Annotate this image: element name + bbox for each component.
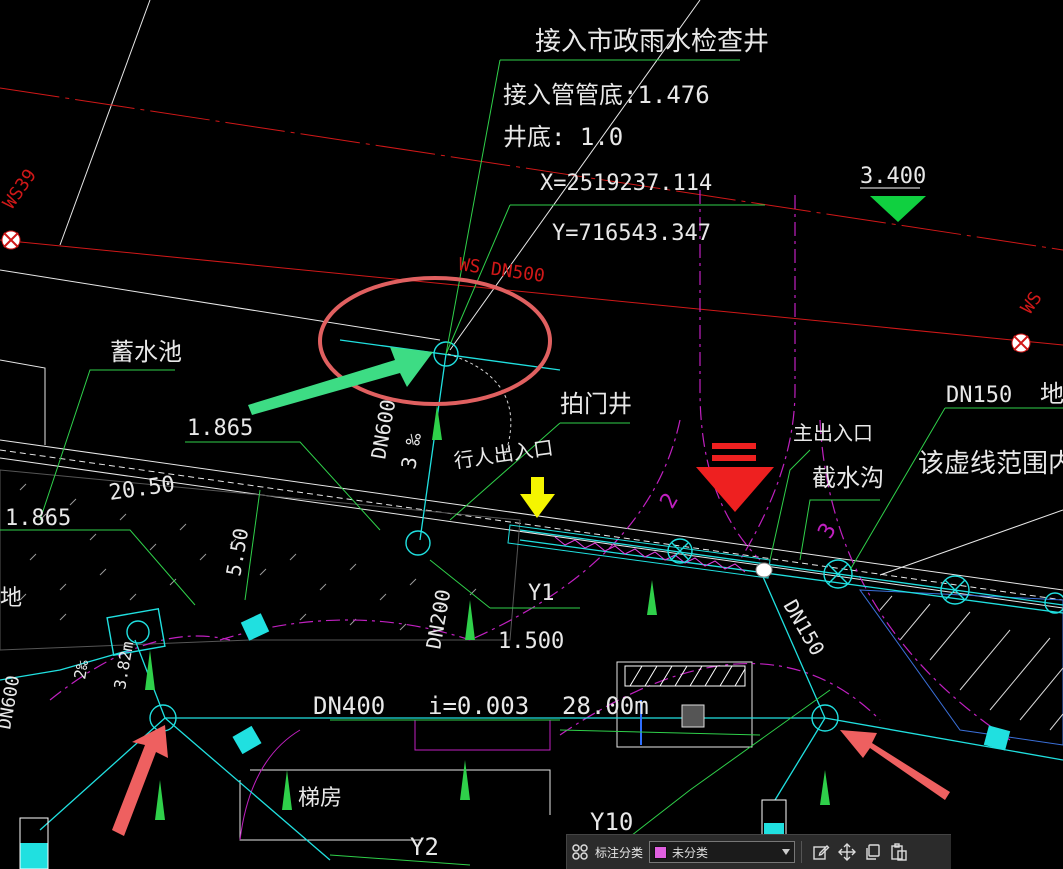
annotation-toolbar: 标注分类 未分类 xyxy=(566,834,951,869)
y2-label: Y2 xyxy=(410,833,439,861)
stair-room-label: 梯房 xyxy=(298,786,342,811)
coord-x-label: X=2519237.114 xyxy=(540,171,712,196)
y1-label: Y1 xyxy=(528,581,555,606)
paste-icon[interactable] xyxy=(886,839,912,865)
annotation-category-label: 标注分类 xyxy=(595,845,644,860)
dashed-range-label: 该虚线范围内 xyxy=(918,449,1063,479)
intercept-ditch-label: 截水沟 xyxy=(812,464,884,492)
pipe-bottom-label: 接入管管底:1.476 xyxy=(503,81,710,109)
slope-i-label: i=0.003 xyxy=(428,692,529,720)
reservoir-label: 蓄水池 xyxy=(110,338,182,366)
copy-icon[interactable] xyxy=(860,839,886,865)
well-bottom-label: 井底: 1.0 xyxy=(503,123,623,151)
move-icon[interactable] xyxy=(834,839,860,865)
cad-drawing-canvas[interactable]: 接入市政雨水检查井 接入管管底:1.476 井底: 1.0 X=2519237.… xyxy=(0,0,1063,869)
chevron-down-icon xyxy=(782,849,791,855)
grid-icon[interactable] xyxy=(567,839,593,865)
category-selected-value: 未分类 xyxy=(672,845,709,860)
dn150-top-label: DN150 xyxy=(946,383,1012,408)
y10-label: Y10 xyxy=(590,808,633,836)
annotation-category-select[interactable]: 未分类 xyxy=(649,841,796,863)
left-frac-label: 2‰ xyxy=(70,658,92,681)
elevation-label: 3.400 xyxy=(860,164,926,189)
toolbar-divider xyxy=(801,841,803,863)
edit-icon[interactable] xyxy=(808,839,834,865)
coord-y-label: Y=716543.347 xyxy=(552,221,711,246)
category-color-swatch xyxy=(654,845,668,859)
level-1865-b: 1.865 xyxy=(5,506,71,531)
title-label: 接入市政雨水检查井 xyxy=(535,27,769,57)
main-exit-label: 主出入口 xyxy=(793,421,873,445)
left-ground-label: 地 xyxy=(0,586,22,611)
knock-well-label: 拍门井 xyxy=(560,390,632,418)
length-28-label: 28.00m xyxy=(562,692,649,720)
level-1865-a: 1.865 xyxy=(187,416,253,441)
ground-partial-label: 地 xyxy=(1040,380,1063,408)
level-1500-label: 1.500 xyxy=(498,629,564,654)
dn400-label: DN400 xyxy=(313,692,385,720)
